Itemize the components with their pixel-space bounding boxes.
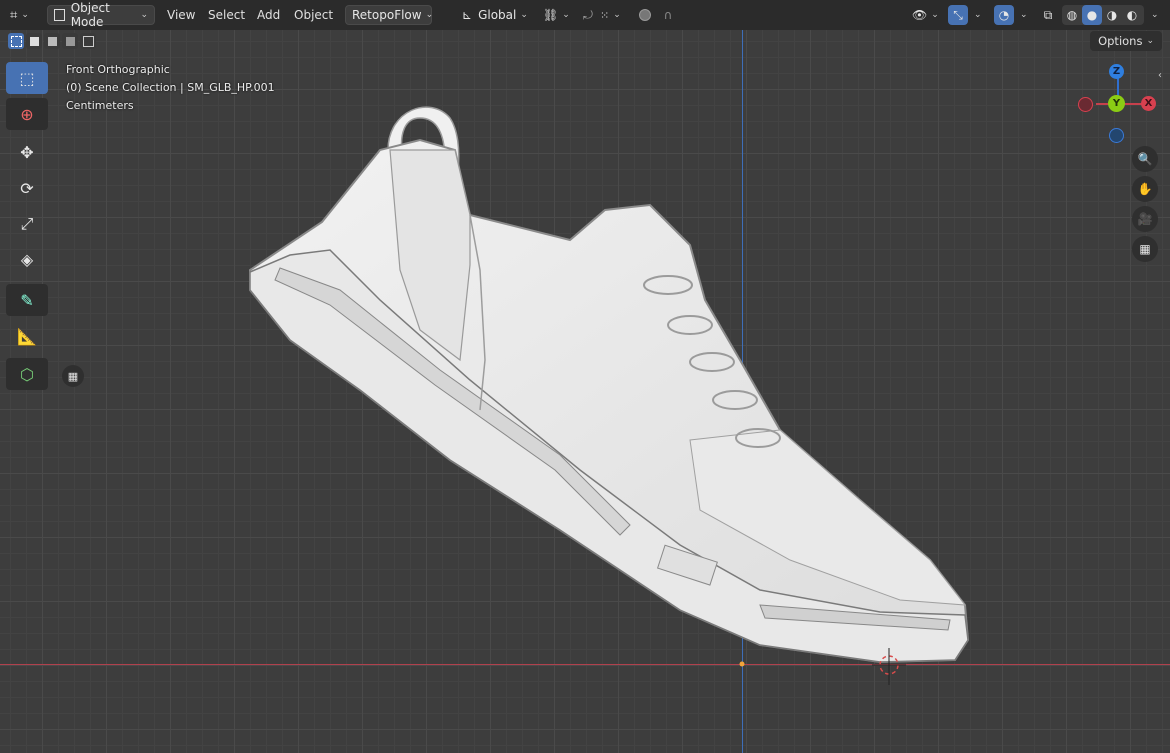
rotate-tool[interactable]: ⟳	[6, 172, 48, 204]
rendered-shading-icon[interactable]: ◐	[1122, 5, 1142, 25]
material-shading-icon[interactable]: ◑	[1102, 5, 1122, 25]
view-name-label: Front Orthographic	[66, 63, 170, 76]
hand-icon: ✋	[1137, 182, 1153, 196]
pivot-icon: ⛓	[543, 8, 559, 22]
scale-tool[interactable]: ⤢	[6, 208, 48, 240]
proportional-edit-icon	[639, 9, 651, 21]
zoom-icon: 🔍	[1137, 152, 1153, 166]
zoom-button[interactable]: 🔍	[1132, 146, 1158, 172]
orientation-icon: ⊾	[462, 8, 473, 22]
viewport-header: ⌗ ⌄ Object Mode ⌄ View Select Add Object R…	[0, 0, 1170, 30]
gizmo-icon: ⤡	[953, 7, 963, 22]
retopoflow-menu[interactable]: RetopoFlow ⌄	[345, 5, 433, 25]
checker-icon: ▦	[67, 369, 79, 383]
transform-icon: ◈	[20, 249, 34, 269]
object-mode-icon	[54, 9, 65, 21]
menu-select[interactable]: Select	[202, 5, 251, 25]
units-label: Centimeters	[66, 99, 134, 112]
pan-button[interactable]: ✋	[1132, 176, 1158, 202]
camera-view-button[interactable]: 🎥	[1132, 206, 1158, 232]
select-intersect-icon[interactable]	[80, 33, 96, 49]
gizmo-y-ball[interactable]: Y	[1108, 95, 1125, 112]
menu-object[interactable]: Object	[288, 5, 339, 25]
overlay-toggle[interactable]: ◔	[994, 5, 1014, 25]
orientation-dropdown[interactable]: ⊾ Global ⌄	[458, 5, 540, 25]
shading-mode-group: ◍ ● ◑ ◐	[1062, 5, 1144, 25]
solid-shading-icon[interactable]: ●	[1082, 5, 1102, 25]
snap-target-icon: ⁙	[600, 8, 610, 22]
snap-settings-dropdown[interactable]: ⁙ ⌄	[600, 5, 630, 25]
proportional-toggle[interactable]	[635, 5, 655, 25]
overlay-icon: ◔	[998, 8, 1010, 22]
cursor-tool[interactable]: ⊕	[6, 98, 48, 130]
falloff-icon: ∩	[663, 8, 673, 22]
gizmo-z-ball[interactable]: Z	[1109, 64, 1124, 79]
selection-mode-group	[8, 33, 96, 49]
visibility-dropdown[interactable]: 👁 ⌄	[912, 5, 944, 25]
select-extend-icon[interactable]	[26, 33, 42, 49]
wireframe-shading-icon[interactable]: ◍	[1062, 5, 1082, 25]
gizmo-neg-x-ball[interactable]	[1078, 97, 1093, 112]
scale-icon: ⤢	[20, 214, 34, 233]
navigation-gizmo[interactable]: Z Y X	[1078, 62, 1158, 144]
options-button[interactable]: Options ⌄	[1090, 31, 1162, 51]
editor-type-icon: ⌗	[10, 7, 18, 23]
options-label: Options	[1098, 34, 1143, 48]
select-new-icon[interactable]	[8, 33, 24, 49]
snap-icon: ⤾	[583, 7, 593, 22]
gizmo-x-ball[interactable]: X	[1141, 96, 1156, 111]
camera-icon: 🎥	[1137, 212, 1153, 226]
gizmo-toggle[interactable]: ⤡	[948, 5, 968, 25]
visibility-icon: 👁	[912, 8, 928, 22]
overlay-dropdown[interactable]: ⌄	[1016, 5, 1030, 25]
gizmo-dropdown[interactable]: ⌄	[970, 5, 984, 25]
annotate-icon: ✎	[20, 290, 34, 310]
mode-label: Object Mode	[70, 1, 110, 29]
measure-tool[interactable]: 📐	[6, 320, 48, 352]
snap-toggle[interactable]: ⤾	[578, 5, 598, 25]
select-invert-icon[interactable]	[62, 33, 78, 49]
transform-tool[interactable]: ◈	[6, 243, 48, 275]
collection-label: (0) Scene Collection | SM_GLB_HP.001	[66, 81, 275, 94]
orientation-label: Global	[478, 8, 517, 22]
add-cube-icon: ⬡	[20, 364, 34, 384]
shading-dropdown[interactable]: ⌄	[1147, 5, 1161, 25]
xray-toggle[interactable]: ⧉	[1038, 5, 1058, 25]
3d-viewport[interactable]	[0, 0, 1170, 753]
sidebar-toggle[interactable]: ‹	[1158, 70, 1162, 81]
falloff-dropdown[interactable]: ∩	[658, 5, 678, 25]
grid-icon: ▦	[1139, 242, 1151, 256]
add-cube-tool[interactable]: ⬡	[6, 358, 48, 390]
xray-icon: ⧉	[1043, 7, 1053, 22]
editor-type-dropdown[interactable]: ⌗ ⌄	[10, 5, 40, 25]
ortho-toggle-button[interactable]: ▦	[1132, 236, 1158, 262]
tool-options-toggle[interactable]: ▦	[62, 365, 84, 387]
shoe-model[interactable]	[0, 0, 1170, 753]
select-box-tool[interactable]: ⬚	[6, 62, 48, 94]
menu-view[interactable]: View	[161, 5, 201, 25]
retopoflow-label: RetopoFlow	[352, 8, 422, 22]
select-box-icon: ⬚	[19, 68, 35, 88]
pivot-dropdown[interactable]: ⛓ ⌄	[543, 5, 575, 25]
gizmo-neg-z-ball[interactable]	[1109, 128, 1124, 143]
move-tool[interactable]: ✥	[6, 136, 48, 168]
cursor-icon: ⊕	[20, 104, 34, 124]
select-subtract-icon[interactable]	[44, 33, 60, 49]
move-icon: ✥	[20, 142, 34, 162]
annotate-tool[interactable]: ✎	[6, 284, 48, 316]
measure-icon: 📐	[17, 326, 37, 346]
rotate-icon: ⟳	[20, 178, 34, 198]
mode-dropdown[interactable]: Object Mode ⌄	[47, 1, 155, 29]
menu-add[interactable]: Add	[251, 5, 286, 25]
